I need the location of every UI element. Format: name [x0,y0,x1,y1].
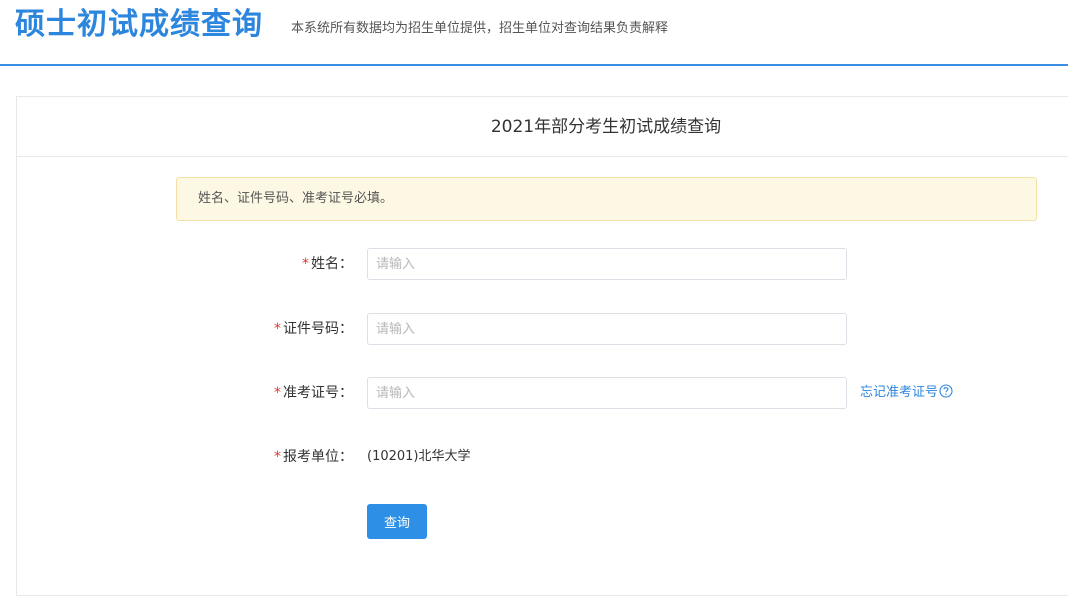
question-circle-icon [939,384,953,398]
id-number-label: * 证件号码： [217,313,353,345]
panel-header: 2021年部分考生初试成绩查询 [17,97,1068,157]
site-subtitle: 本系统所有数据均为招生单位提供，招生单位对查询结果负责解释 [291,21,669,36]
required-mark: * [274,321,281,337]
exam-number-label-text: 准考证号： [283,385,353,401]
form-row-exam-number: *准考证号： 忘记准考证号 [17,377,1068,409]
institution-label: * 报考单位： [217,441,353,473]
institution-label-text: 报考单位： [283,449,353,465]
exam-number-input[interactable] [367,377,847,409]
name-input[interactable] [367,248,847,280]
forgot-exam-number-link[interactable]: 忘记准考证号 [860,377,953,409]
forgot-exam-number-text: 忘记准考证号 [860,385,939,400]
exam-number-label: * 准考证号： [217,377,353,409]
required-mark: * [274,449,281,465]
required-mark: * [274,385,281,401]
id-number-label-text: 证件号码： [283,321,353,337]
form-row-institution: * 报考单位： (10201)北华大学 [17,441,1068,473]
institution-value: (10201)北华大学 [367,449,471,464]
page-header: 硕士初试成绩查询 本系统所有数据均为招生单位提供，招生单位对查询结果负责解释 [0,0,1068,66]
form-row-name: * 姓名： [17,248,1068,280]
name-label: * 姓名： [217,248,353,280]
query-button[interactable]: 查询 [367,504,427,539]
name-label-text: 姓名： [311,256,353,272]
required-fields-notice: 姓名、证件号码、准考证号必填。 [176,177,1037,221]
id-number-input[interactable] [367,313,847,345]
panel-title: 2021年部分考生初试成绩查询 [490,117,722,137]
required-mark: * [302,256,309,272]
form-row-id-number: * 证件号码： [17,313,1068,345]
query-panel: 2021年部分考生初试成绩查询 姓名、证件号码、准考证号必填。 *姓名： *证件… [16,96,1068,596]
site-title: 硕士初试成绩查询 [15,7,263,42]
